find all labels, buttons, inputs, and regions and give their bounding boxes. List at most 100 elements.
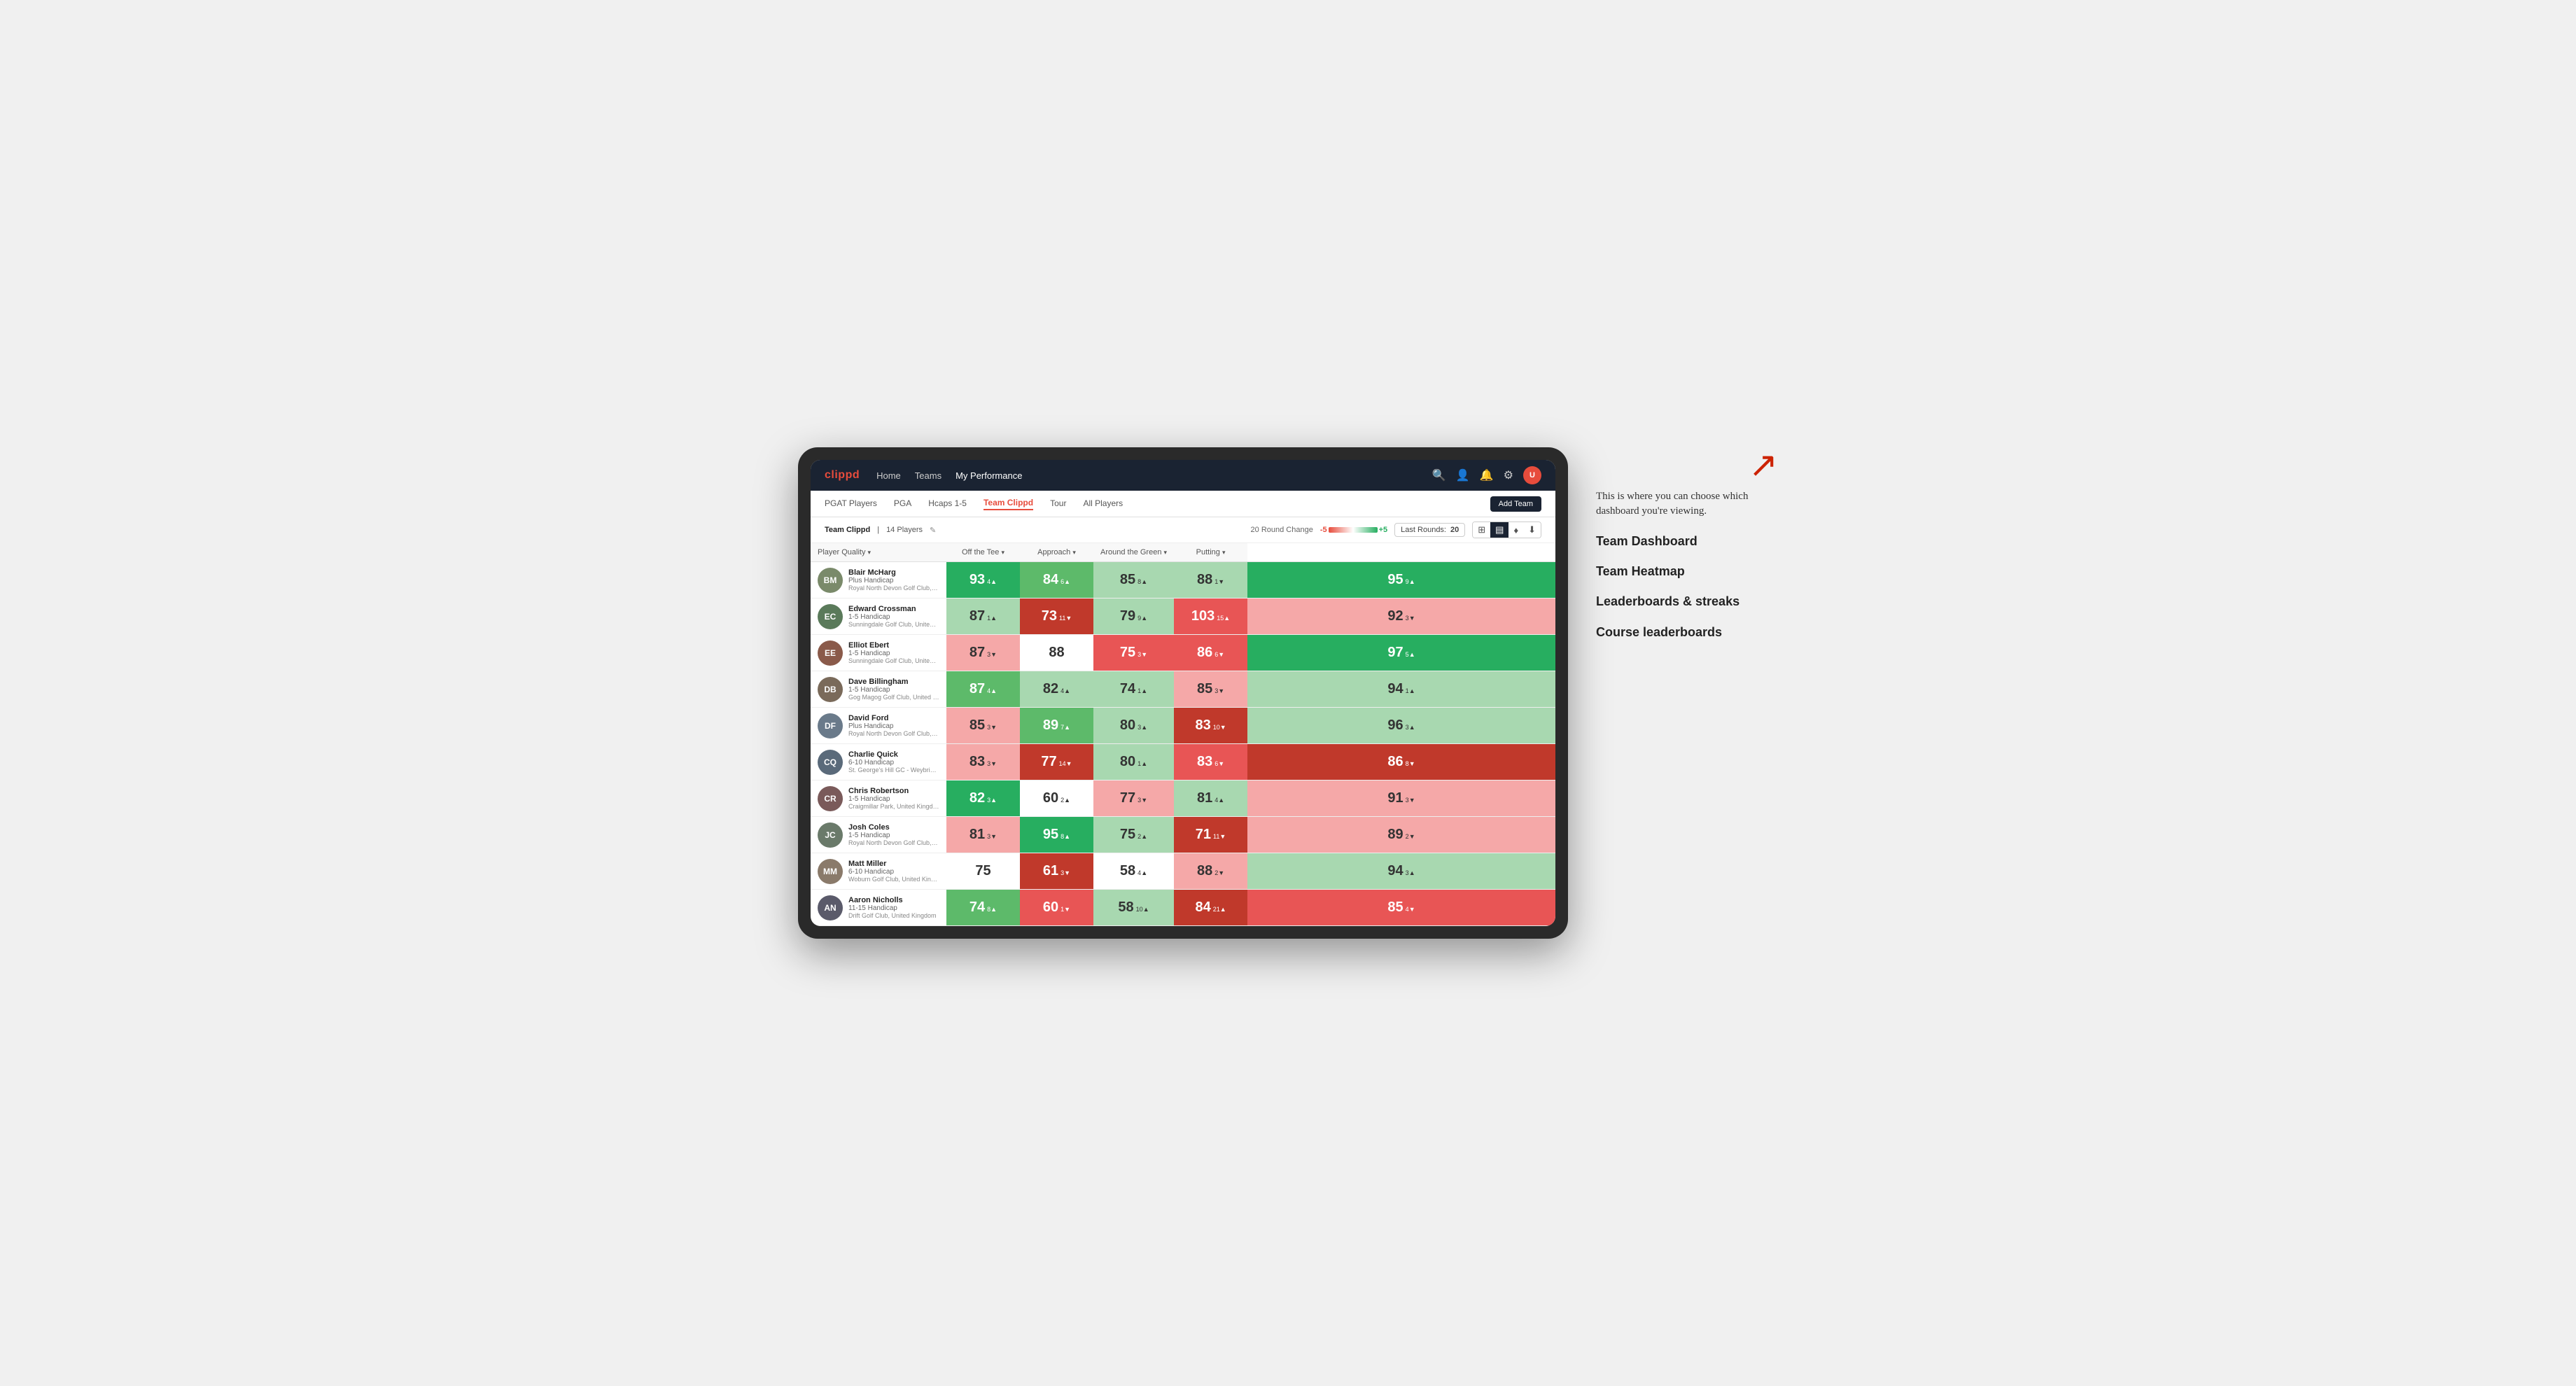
table-row[interactable]: EC Edward Crossman 1-5 Handicap Sunningd… (811, 598, 1555, 635)
sub-nav-pga[interactable]: PGA (894, 498, 911, 510)
score-delta: 10 (1136, 906, 1149, 913)
score-delta: 1 (1138, 760, 1147, 767)
view-export-btn[interactable]: ⬇ (1523, 522, 1541, 538)
score-delta: 8 (1060, 833, 1070, 840)
score-cell-off_tee: 95 8 (1020, 817, 1093, 853)
player-info: Charlie Quick 6-10 Handicap St. George's… (848, 750, 939, 774)
score-number: 74 (1120, 681, 1135, 697)
th-around-green[interactable]: Around the Green ▾ (1093, 543, 1174, 562)
score-cell-approach: 75 2 (1093, 817, 1174, 853)
player-name: David Ford (848, 714, 939, 722)
score-delta: 7 (1060, 724, 1070, 731)
player-cell[interactable]: AN Aaron Nicholls 11-15 Handicap Drift G… (811, 890, 946, 926)
th-approach[interactable]: Approach ▾ (1020, 543, 1093, 562)
score-number: 73 (1042, 608, 1057, 624)
score-cell-player_quality: 85 3 (946, 708, 1020, 744)
player-info: Chris Robertson 1-5 Handicap Craigmillar… (848, 787, 939, 810)
score-cell-approach: 75 3 (1093, 635, 1174, 671)
sub-nav-hcaps[interactable]: Hcaps 1-5 (928, 498, 967, 510)
tablet-screen: clippd Home Teams My Performance 🔍 👤 🔔 ⚙… (811, 460, 1555, 926)
table-row[interactable]: CR Chris Robertson 1-5 Handicap Craigmil… (811, 780, 1555, 817)
settings-icon[interactable]: ⚙ (1504, 468, 1513, 482)
scale-minus: -5 (1320, 526, 1327, 534)
round-change-label: 20 Round Change (1251, 526, 1313, 534)
player-cell[interactable]: DB Dave Billingham 1-5 Handicap Gog Mago… (811, 671, 946, 708)
player-cell[interactable]: BM Blair McHarg Plus Handicap Royal Nort… (811, 562, 946, 598)
table-row[interactable]: EE Elliot Ebert 1-5 Handicap Sunningdale… (811, 635, 1555, 671)
annotation-item-2: Team Heatmap (1596, 563, 1778, 580)
player-cell[interactable]: JC Josh Coles 1-5 Handicap Royal North D… (811, 817, 946, 853)
player-cell[interactable]: EC Edward Crossman 1-5 Handicap Sunningd… (811, 598, 946, 635)
sub-nav-team-clippd[interactable]: Team Clippd (983, 498, 1033, 510)
logo[interactable]: clippd (825, 469, 860, 482)
score-cell-approach: 77 3 (1093, 780, 1174, 817)
score-delta: 4 (1214, 797, 1224, 804)
score-number: 85 (969, 718, 985, 734)
team-name: Team Clippd (825, 526, 870, 534)
score-delta: 3 (987, 724, 997, 731)
score-number: 81 (1197, 790, 1212, 806)
nav-home[interactable]: Home (876, 470, 901, 481)
score-number: 80 (1120, 718, 1135, 734)
sub-nav-pgat[interactable]: PGAT Players (825, 498, 877, 510)
score-cell-around_green: 71 11 (1174, 817, 1247, 853)
table-row[interactable]: BM Blair McHarg Plus Handicap Royal Nort… (811, 562, 1555, 598)
score-cell-player_quality: 75 (946, 853, 1020, 890)
view-grid-btn[interactable]: ⊞ (1473, 522, 1490, 538)
bell-icon[interactable]: 🔔 (1480, 468, 1494, 482)
table-row[interactable]: DB Dave Billingham 1-5 Handicap Gog Mago… (811, 671, 1555, 708)
player-name: Matt Miller (848, 860, 939, 868)
table-row[interactable]: AN Aaron Nicholls 11-15 Handicap Drift G… (811, 890, 1555, 926)
score-delta: 8 (1406, 760, 1415, 767)
view-heatmap-btn[interactable]: ♦ (1508, 522, 1523, 538)
score-cell-approach: 79 9 (1093, 598, 1174, 635)
th-player[interactable]: Player Quality ▾ (811, 543, 946, 562)
annotation-item-3: Leaderboards & streaks (1596, 593, 1778, 610)
sub-nav-all-players[interactable]: All Players (1083, 498, 1123, 510)
score-delta: 21 (1213, 906, 1226, 913)
score-number: 83 (1195, 718, 1210, 734)
score-number: 83 (969, 754, 985, 770)
tablet-frame: clippd Home Teams My Performance 🔍 👤 🔔 ⚙… (798, 447, 1568, 939)
table-row[interactable]: JC Josh Coles 1-5 Handicap Royal North D… (811, 817, 1555, 853)
player-info: David Ford Plus Handicap Royal North Dev… (848, 714, 939, 737)
score-cell-putting: 94 3 (1247, 853, 1555, 890)
score-number: 87 (969, 681, 985, 697)
view-list-btn[interactable]: ▤ (1490, 522, 1508, 538)
player-name: Blair McHarg (848, 568, 939, 577)
last-rounds-label: Last Rounds: (1401, 526, 1446, 534)
sort-arrow-putting: ▾ (1222, 549, 1226, 556)
player-avatar: JC (818, 822, 843, 848)
add-team-button[interactable]: Add Team (1490, 496, 1541, 512)
player-cell[interactable]: CQ Charlie Quick 6-10 Handicap St. Georg… (811, 744, 946, 780)
player-cell[interactable]: DF David Ford Plus Handicap Royal North … (811, 708, 946, 744)
player-name: Chris Robertson (848, 787, 939, 795)
table-row[interactable]: CQ Charlie Quick 6-10 Handicap St. Georg… (811, 744, 1555, 780)
search-icon[interactable]: 🔍 (1432, 468, 1446, 482)
score-cell-putting: 95 9 (1247, 562, 1555, 598)
player-handicap: 1-5 Handicap (848, 795, 939, 803)
player-cell[interactable]: EE Elliot Ebert 1-5 Handicap Sunningdale… (811, 635, 946, 671)
player-avatar: AN (818, 895, 843, 920)
th-putting[interactable]: Putting ▾ (1174, 543, 1247, 562)
score-cell-approach: 74 1 (1093, 671, 1174, 708)
player-cell[interactable]: CR Chris Robertson 1-5 Handicap Craigmil… (811, 780, 946, 817)
player-info: Josh Coles 1-5 Handicap Royal North Devo… (848, 823, 939, 846)
nav-my-performance[interactable]: My Performance (955, 470, 1022, 481)
score-delta: 8 (987, 906, 997, 913)
table-row[interactable]: DF David Ford Plus Handicap Royal North … (811, 708, 1555, 744)
sub-nav-tour[interactable]: Tour (1050, 498, 1066, 510)
table-row[interactable]: MM Matt Miller 6-10 Handicap Woburn Golf… (811, 853, 1555, 890)
avatar[interactable]: U (1523, 466, 1541, 484)
player-cell[interactable]: MM Matt Miller 6-10 Handicap Woburn Golf… (811, 853, 946, 890)
score-number: 60 (1043, 790, 1058, 806)
score-cell-player_quality: 87 3 (946, 635, 1020, 671)
score-number: 82 (969, 790, 985, 806)
player-club: Royal North Devon Golf Club, United King… (848, 730, 939, 737)
user-icon[interactable]: 👤 (1456, 468, 1470, 482)
th-off-tee[interactable]: Off the Tee ▾ (946, 543, 1020, 562)
last-rounds-selector[interactable]: Last Rounds: 20 (1394, 523, 1465, 537)
score-delta: 3 (987, 833, 997, 840)
nav-teams[interactable]: Teams (915, 470, 941, 481)
edit-icon[interactable]: ✎ (930, 526, 936, 535)
